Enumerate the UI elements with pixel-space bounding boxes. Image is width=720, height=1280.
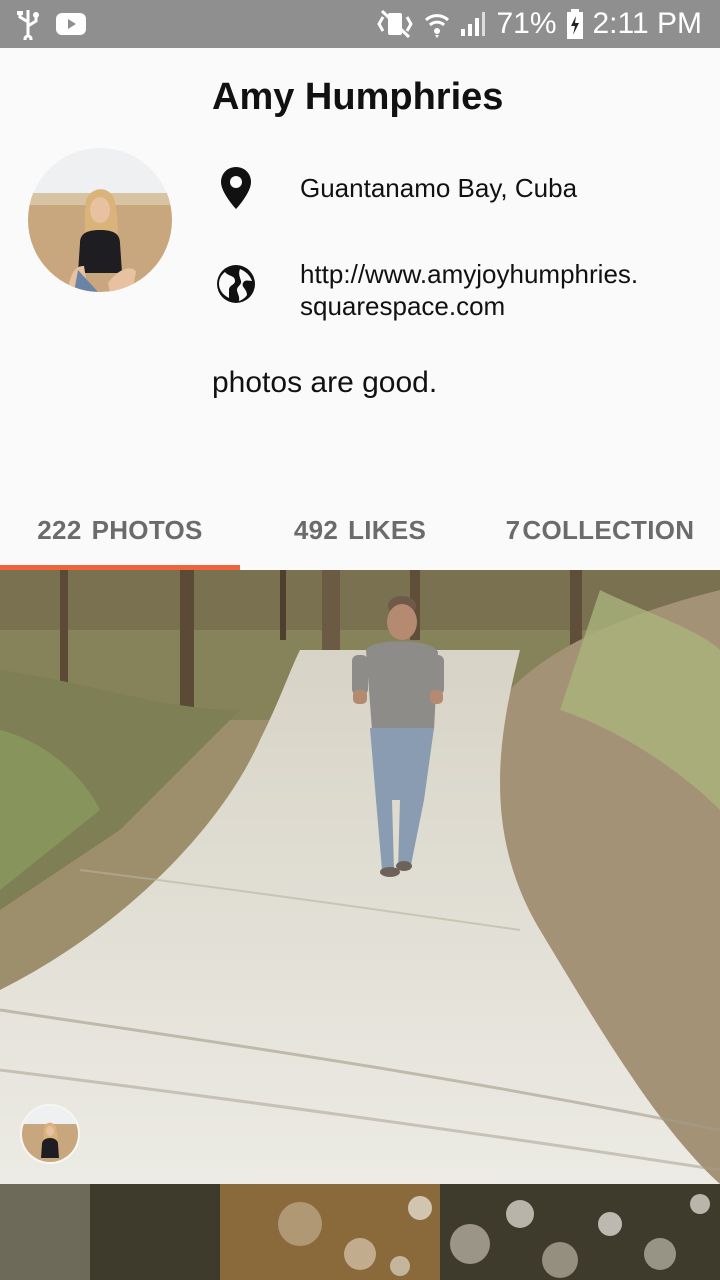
wifi-icon — [424, 10, 450, 38]
tab-photos-count: 222 — [37, 514, 82, 545]
bio-text: photos are good. — [212, 366, 438, 399]
photo-card[interactable] — [0, 570, 720, 1184]
vibrate-icon — [376, 9, 414, 39]
battery-percent: 71% — [496, 7, 557, 40]
profile-name: Amy Humphries — [212, 76, 504, 118]
photo-author-avatar[interactable] — [20, 1104, 80, 1164]
location-row: Guantanamo Bay, Cuba — [212, 164, 577, 212]
usb-icon — [14, 8, 42, 40]
photo-card[interactable] — [0, 1184, 720, 1280]
profile-tabs: 222 PHOTOS 492 LIKES 7 COLLECTION — [0, 490, 720, 570]
website-row[interactable]: http://www.amyjoyhumphries. squarespace.… — [212, 259, 638, 321]
youtube-icon — [56, 13, 86, 35]
battery-charging-icon — [566, 9, 583, 39]
website-line-1: http://www.amyjoyhumphries. — [300, 259, 639, 289]
website-line-2: squarespace.com — [300, 291, 506, 321]
globe-icon — [212, 260, 260, 308]
signal-icon — [460, 11, 486, 37]
avatar[interactable] — [28, 148, 172, 292]
tab-photos-label: PHOTOS — [91, 514, 203, 545]
tab-likes[interactable]: 492 LIKES — [240, 490, 480, 570]
clock: 2:11 PM — [592, 7, 703, 40]
tab-photos[interactable]: 222 PHOTOS — [0, 490, 240, 570]
location-pin-icon — [212, 164, 260, 212]
website-link[interactable]: http://www.amyjoyhumphries. squarespace.… — [300, 258, 638, 322]
tab-collection[interactable]: 7 COLLECTION — [480, 490, 720, 570]
tab-collection-label: COLLECTION — [522, 514, 695, 545]
location-text: Guantanamo Bay, Cuba — [300, 173, 578, 203]
status-bar: 71% 2:11 PM — [0, 0, 720, 48]
tab-likes-count: 492 — [293, 514, 339, 545]
tab-likes-label: LIKES — [348, 514, 427, 545]
tab-collection-count: 7 — [505, 514, 521, 545]
